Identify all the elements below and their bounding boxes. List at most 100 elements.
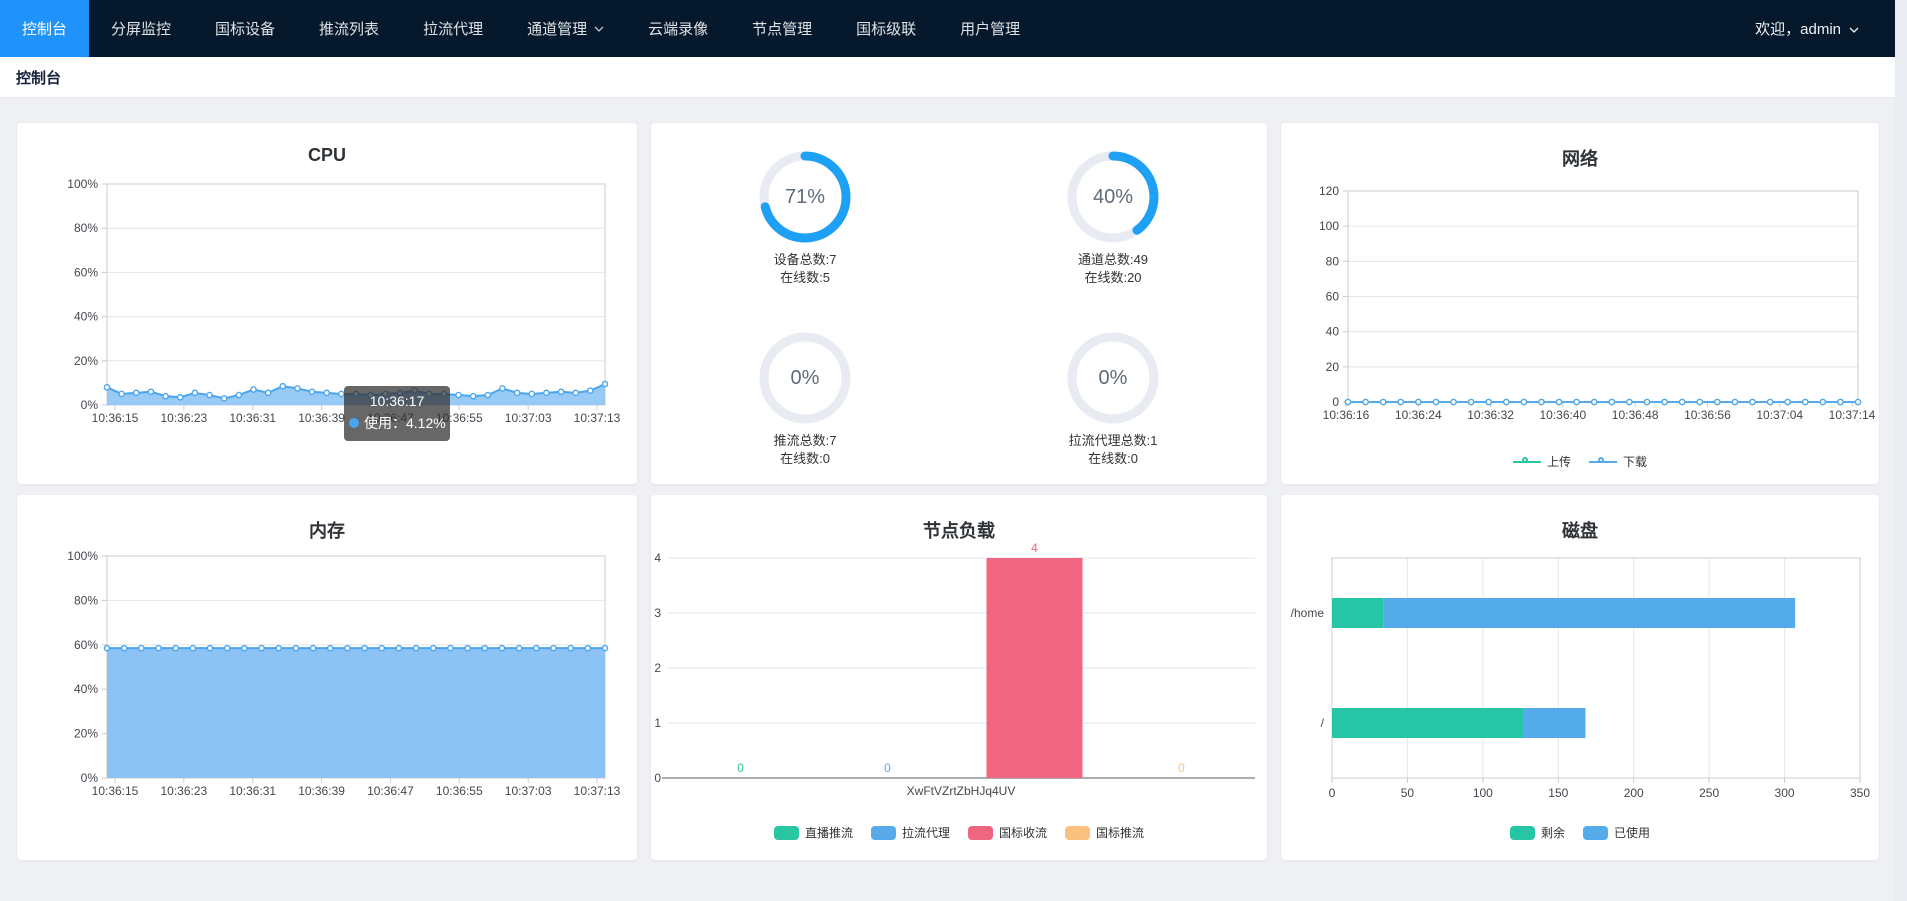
gauge-percent: 40% <box>1067 151 1159 243</box>
pull-proxy-gauge: 0% 拉流代理总数:1 在线数:0 <box>959 332 1267 468</box>
svg-text:40%: 40% <box>74 682 98 696</box>
gauge-online-label: 在线数:20 <box>959 269 1267 287</box>
legend-item-upload[interactable]: 上传 <box>1513 453 1571 470</box>
svg-text:10:36:23: 10:36:23 <box>160 784 207 798</box>
svg-text:100%: 100% <box>67 177 98 191</box>
svg-text:40: 40 <box>1326 325 1340 339</box>
disk-chart[interactable]: 050100150200250300350/home/ <box>1281 495 1879 860</box>
network-legend: 上传 下载 <box>1281 453 1879 470</box>
svg-text:10:36:32: 10:36:32 <box>1467 408 1514 422</box>
network-chart-title: 网络 <box>1281 145 1879 171</box>
nav-tab-console[interactable]: 控制台 <box>0 0 89 57</box>
nav-tab-pull-proxy[interactable]: 拉流代理 <box>401 0 505 57</box>
nav-tab-channel-mgmt[interactable]: 通道管理 <box>505 0 626 57</box>
chevron-down-icon <box>594 26 604 32</box>
gauge-online-label: 在线数:0 <box>651 450 959 468</box>
svg-text:0%: 0% <box>81 398 99 412</box>
legend-item-gb-receive[interactable]: 国标收流 <box>968 824 1047 841</box>
svg-text:10:36:15: 10:36:15 <box>92 411 139 425</box>
line-marker-icon <box>1589 456 1617 468</box>
svg-text:0: 0 <box>1178 761 1185 775</box>
svg-text:350: 350 <box>1850 786 1870 800</box>
disk-legend: 剩余 已使用 <box>1281 824 1879 841</box>
channel-gauge: 40% 通道总数:49 在线数:20 <box>959 151 1267 287</box>
svg-text:10:37:03: 10:37:03 <box>505 784 552 798</box>
cpu-panel: CPU 0%20%40%60%80%100%10:36:1510:36:2310… <box>17 123 637 484</box>
svg-text:10:36:40: 10:36:40 <box>1539 408 1586 422</box>
svg-text:10:36:24: 10:36:24 <box>1395 408 1442 422</box>
svg-text:250: 250 <box>1699 786 1719 800</box>
line-marker-icon <box>1513 456 1541 468</box>
svg-text:150: 150 <box>1548 786 1568 800</box>
swatch-icon <box>1583 826 1608 840</box>
nav-tab-push-list[interactable]: 推流列表 <box>297 0 401 57</box>
svg-text:10:37:03: 10:37:03 <box>505 411 552 425</box>
tooltip-value: 使用：4.12% <box>364 413 446 433</box>
series-dot-icon <box>349 418 359 428</box>
svg-text:10:36:39: 10:36:39 <box>298 784 345 798</box>
page-scrollbar[interactable] <box>1895 0 1907 901</box>
svg-text:80%: 80% <box>74 593 98 607</box>
legend-item-gb-push[interactable]: 国标推流 <box>1065 824 1144 841</box>
svg-text:80%: 80% <box>74 221 98 235</box>
cpu-chart[interactable]: 0%20%40%60%80%100%10:36:1510:36:2310:36:… <box>17 123 637 484</box>
svg-text:100: 100 <box>1473 786 1493 800</box>
disk-panel: 磁盘 050100150200250300350/home/ 剩余 已使用 <box>1281 495 1879 860</box>
svg-text:10:36:48: 10:36:48 <box>1612 408 1659 422</box>
nav-tab-gb-cascade[interactable]: 国标级联 <box>834 0 938 57</box>
svg-text:10:37:04: 10:37:04 <box>1756 408 1803 422</box>
svg-text:40%: 40% <box>74 310 98 324</box>
svg-text:10:36:39: 10:36:39 <box>298 411 345 425</box>
svg-text:10:37:13: 10:37:13 <box>574 784 621 798</box>
memory-chart-title: 内存 <box>17 517 637 543</box>
nodeload-chart[interactable]: 012340040XwFtVZrtZbHJq4UV <box>651 495 1267 860</box>
svg-text:10:36:15: 10:36:15 <box>92 784 139 798</box>
svg-text:0: 0 <box>884 761 891 775</box>
top-navbar: 控制台 分屏监控 国标设备 推流列表 拉流代理 通道管理 云端录像 节点管理 国… <box>0 0 1895 57</box>
gauge-percent: 0% <box>759 332 851 424</box>
svg-text:10:37:13: 10:37:13 <box>574 411 621 425</box>
svg-text:0%: 0% <box>81 771 99 785</box>
svg-text:10:36:56: 10:36:56 <box>1684 408 1731 422</box>
svg-text:20%: 20% <box>74 354 98 368</box>
svg-text:10:36:47: 10:36:47 <box>367 784 414 798</box>
gauge-online-label: 在线数:5 <box>651 269 959 287</box>
svg-text:/home: /home <box>1291 606 1325 620</box>
svg-text:100%: 100% <box>67 549 98 563</box>
svg-text:200: 200 <box>1624 786 1644 800</box>
legend-item-free[interactable]: 剩余 <box>1510 824 1565 841</box>
svg-text:2: 2 <box>654 661 661 675</box>
svg-text:120: 120 <box>1319 184 1339 198</box>
svg-text:0: 0 <box>1332 395 1339 409</box>
gauge-percent: 71% <box>759 151 851 243</box>
svg-text:3: 3 <box>654 606 661 620</box>
svg-text:60: 60 <box>1326 290 1340 304</box>
svg-text:300: 300 <box>1775 786 1795 800</box>
svg-text:50: 50 <box>1401 786 1415 800</box>
svg-text:60%: 60% <box>74 638 98 652</box>
nodeload-chart-title: 节点负载 <box>651 517 1267 543</box>
page-title: 控制台 <box>16 67 61 88</box>
nav-tab-cloud-recording[interactable]: 云端录像 <box>626 0 730 57</box>
memory-chart[interactable]: 0% 20% 40% 60% 80% 100% 10:36:15 10:36:23 10:36:… <box>17 495 637 860</box>
legend-item-live-push[interactable]: 直播推流 <box>774 824 853 841</box>
nav-tab-gb-devices[interactable]: 国标设备 <box>193 0 297 57</box>
svg-text:10:36:31: 10:36:31 <box>229 411 276 425</box>
svg-text:20%: 20% <box>74 727 98 741</box>
device-gauge: 71% 设备总数:7 在线数:5 <box>651 151 959 287</box>
network-chart[interactable]: 02040608010012010:36:1610:36:2410:36:321… <box>1281 123 1879 484</box>
svg-text:4: 4 <box>654 551 661 565</box>
network-panel: 网络 02040608010012010:36:1610:36:2410:36:… <box>1281 123 1879 484</box>
legend-item-used[interactable]: 已使用 <box>1583 824 1650 841</box>
disk-chart-title: 磁盘 <box>1281 517 1879 543</box>
user-menu[interactable]: 欢迎，admin <box>1755 0 1895 57</box>
cpu-chart-title: CPU <box>17 145 637 166</box>
tooltip-time: 10:36:17 <box>344 393 450 409</box>
nav-tab-split-screen[interactable]: 分屏监控 <box>89 0 193 57</box>
legend-item-pull-proxy[interactable]: 拉流代理 <box>871 824 950 841</box>
nav-tab-node-mgmt[interactable]: 节点管理 <box>730 0 834 57</box>
legend-item-download[interactable]: 下载 <box>1589 453 1647 470</box>
nav-tab-user-mgmt[interactable]: 用户管理 <box>938 0 1042 57</box>
swatch-icon <box>968 826 993 840</box>
gauge-percent: 0% <box>1067 332 1159 424</box>
